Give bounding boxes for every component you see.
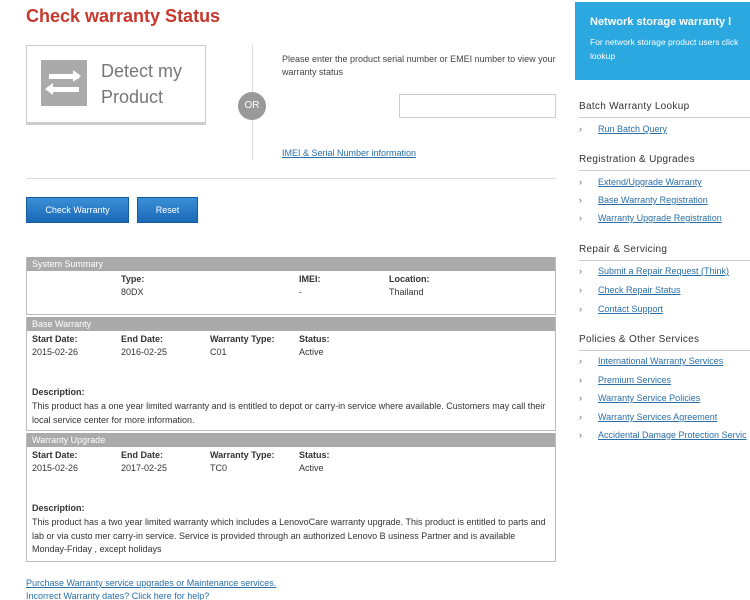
base-warranty-section: Base Warranty Start Date: 2015-02-26 End… [26, 317, 556, 431]
chevron-right-icon: › [579, 356, 582, 366]
sidebar-item-contact-support[interactable]: › Contact Support [579, 304, 663, 314]
sidebar-item-extend-warranty[interactable]: › Extend/Upgrade Warranty [579, 177, 702, 187]
imei-serial-info-link[interactable]: IMEI & Serial Number information [282, 148, 416, 158]
location-value: Thailand [389, 287, 424, 297]
status-label: Status: [299, 450, 330, 460]
section-header: System Summary [27, 257, 555, 271]
sidebar-item-premium-services[interactable]: › Premium Services [579, 375, 671, 385]
status-value: Active [299, 463, 324, 473]
batch-lookup-heading: Batch Warranty Lookup [579, 101, 690, 112]
imei-value: - [299, 287, 302, 297]
policies-heading: Policies & Other Services [579, 334, 700, 345]
start-date-label: Start Date: [32, 334, 78, 344]
warranty-upgrade-section: Warranty Upgrade Start Date: 2015-02-26 … [26, 433, 556, 562]
end-date-value: 2016-02-25 [121, 347, 168, 357]
chevron-right-icon: › [579, 266, 582, 276]
chevron-right-icon: › [579, 285, 582, 295]
incorrect-dates-help-link[interactable]: Incorrect Warranty dates? Click here for… [26, 591, 209, 600]
sidebar-item-services-agreement[interactable]: › Warranty Services Agreement [579, 412, 717, 422]
description-label: Description: [32, 387, 85, 397]
detect-product-button[interactable]: Detect my Product [26, 45, 206, 125]
description-text: This product has a one year limited warr… [32, 401, 546, 425]
check-warranty-button[interactable]: Check Warranty [26, 197, 129, 223]
chevron-right-icon: › [579, 430, 582, 440]
warranty-type-label: Warranty Type: [210, 450, 275, 460]
registration-heading: Registration & Upgrades [579, 154, 695, 165]
status-label: Status: [299, 334, 330, 344]
type-label: Type: [121, 274, 145, 284]
section-header: Base Warranty [27, 317, 555, 331]
warranty-type-value: C01 [210, 347, 227, 357]
reset-button[interactable]: Reset [137, 197, 198, 223]
status-value: Active [299, 347, 324, 357]
chevron-right-icon: › [579, 177, 582, 187]
warranty-type-label: Warranty Type: [210, 334, 275, 344]
section-header: Warranty Upgrade [27, 433, 555, 447]
page-title: Check warranty Status [26, 6, 221, 26]
chevron-right-icon: › [579, 213, 582, 223]
end-date-label: End Date: [121, 450, 164, 460]
chevron-right-icon: › [579, 195, 582, 205]
end-date-label: End Date: [121, 334, 164, 344]
form-divider [26, 178, 556, 179]
repair-heading: Repair & Servicing [579, 244, 668, 255]
start-date-value: 2015-02-26 [32, 347, 79, 357]
start-date-value: 2015-02-26 [32, 463, 79, 473]
network-storage-text: For network storage product users click … [590, 37, 739, 61]
chevron-right-icon: › [579, 124, 582, 134]
sidebar-item-accidental-damage[interactable]: › Accidental Damage Protection Servic [579, 430, 747, 440]
description-label: Description: [32, 503, 85, 513]
imei-label: IMEI: [299, 274, 321, 284]
start-date-label: Start Date: [32, 450, 78, 460]
or-badge: OR [238, 92, 266, 120]
chevron-right-icon: › [579, 375, 582, 385]
sidebar-item-submit-repair[interactable]: › Submit a Repair Request (Think) [579, 266, 729, 276]
chevron-right-icon: › [579, 304, 582, 314]
swap-arrows-icon [41, 60, 87, 106]
purchase-upgrades-link[interactable]: Purchase Warranty service upgrades or Ma… [26, 578, 276, 588]
sidebar-item-base-registration[interactable]: › Base Warranty Registration [579, 195, 708, 205]
sidebar-item-international-warranty[interactable]: › International Warranty Services [579, 356, 723, 366]
type-value: 80DX [121, 287, 144, 297]
end-date-value: 2017-02-25 [121, 463, 168, 473]
location-label: Location: [389, 274, 430, 284]
serial-number-input[interactable] [399, 94, 556, 118]
chevron-right-icon: › [579, 393, 582, 403]
description-text: This product has a two year limited warr… [32, 517, 546, 554]
network-storage-title: Network storage warranty l [590, 16, 732, 28]
network-storage-banner[interactable]: Network storage warranty l For network s… [575, 2, 750, 80]
sidebar-item-service-policies[interactable]: › Warranty Service Policies [579, 393, 700, 403]
chevron-right-icon: › [579, 412, 582, 422]
warranty-type-value: TC0 [210, 463, 228, 473]
detect-product-label: Detect my Product [101, 61, 183, 107]
sidebar-item-upgrade-registration[interactable]: › Warranty Upgrade Registration [579, 213, 722, 223]
serial-prompt: Please enter the product serial number o… [282, 54, 556, 77]
system-summary-section: System Summary Type: 80DX IMEI: - Locati… [26, 257, 556, 315]
sidebar-item-check-repair-status[interactable]: › Check Repair Status [579, 285, 681, 295]
sidebar-item-run-batch-query[interactable]: › Run Batch Query [579, 124, 667, 134]
